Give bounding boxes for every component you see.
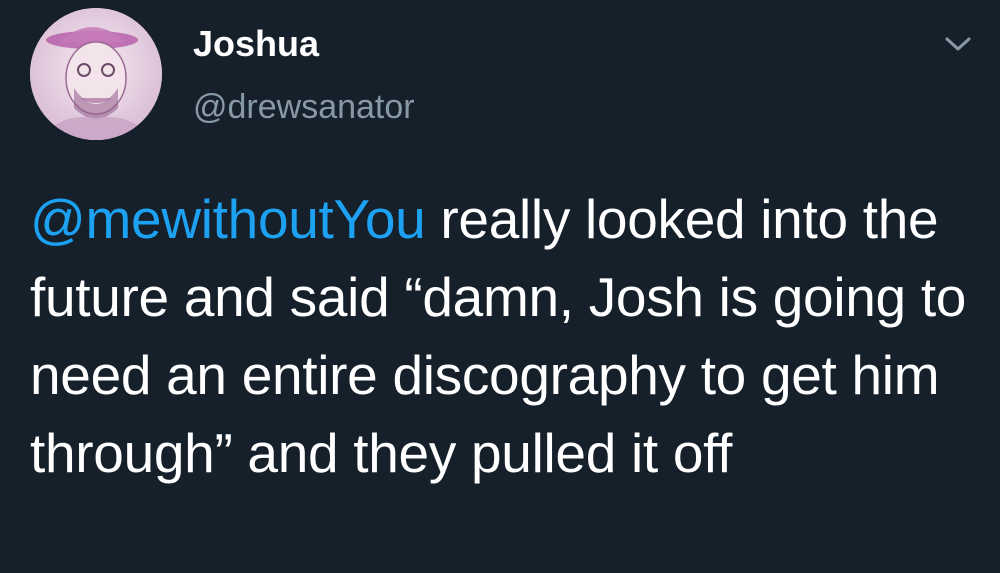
tweet-body: @mewithoutYou really looked into the fut… — [30, 180, 990, 492]
avatar[interactable] — [30, 8, 162, 140]
author-handle[interactable]: @drewsanator — [193, 86, 415, 128]
chevron-down-icon — [945, 37, 971, 51]
mention-link[interactable]: @mewithoutYou — [30, 188, 426, 250]
profile-avatar-image — [30, 8, 162, 140]
author-display-name[interactable]: Joshua — [193, 22, 319, 66]
tweet-menu-button[interactable] — [940, 30, 976, 60]
tweet-card: Joshua @drewsanator @mewithoutYou really… — [0, 0, 1000, 573]
